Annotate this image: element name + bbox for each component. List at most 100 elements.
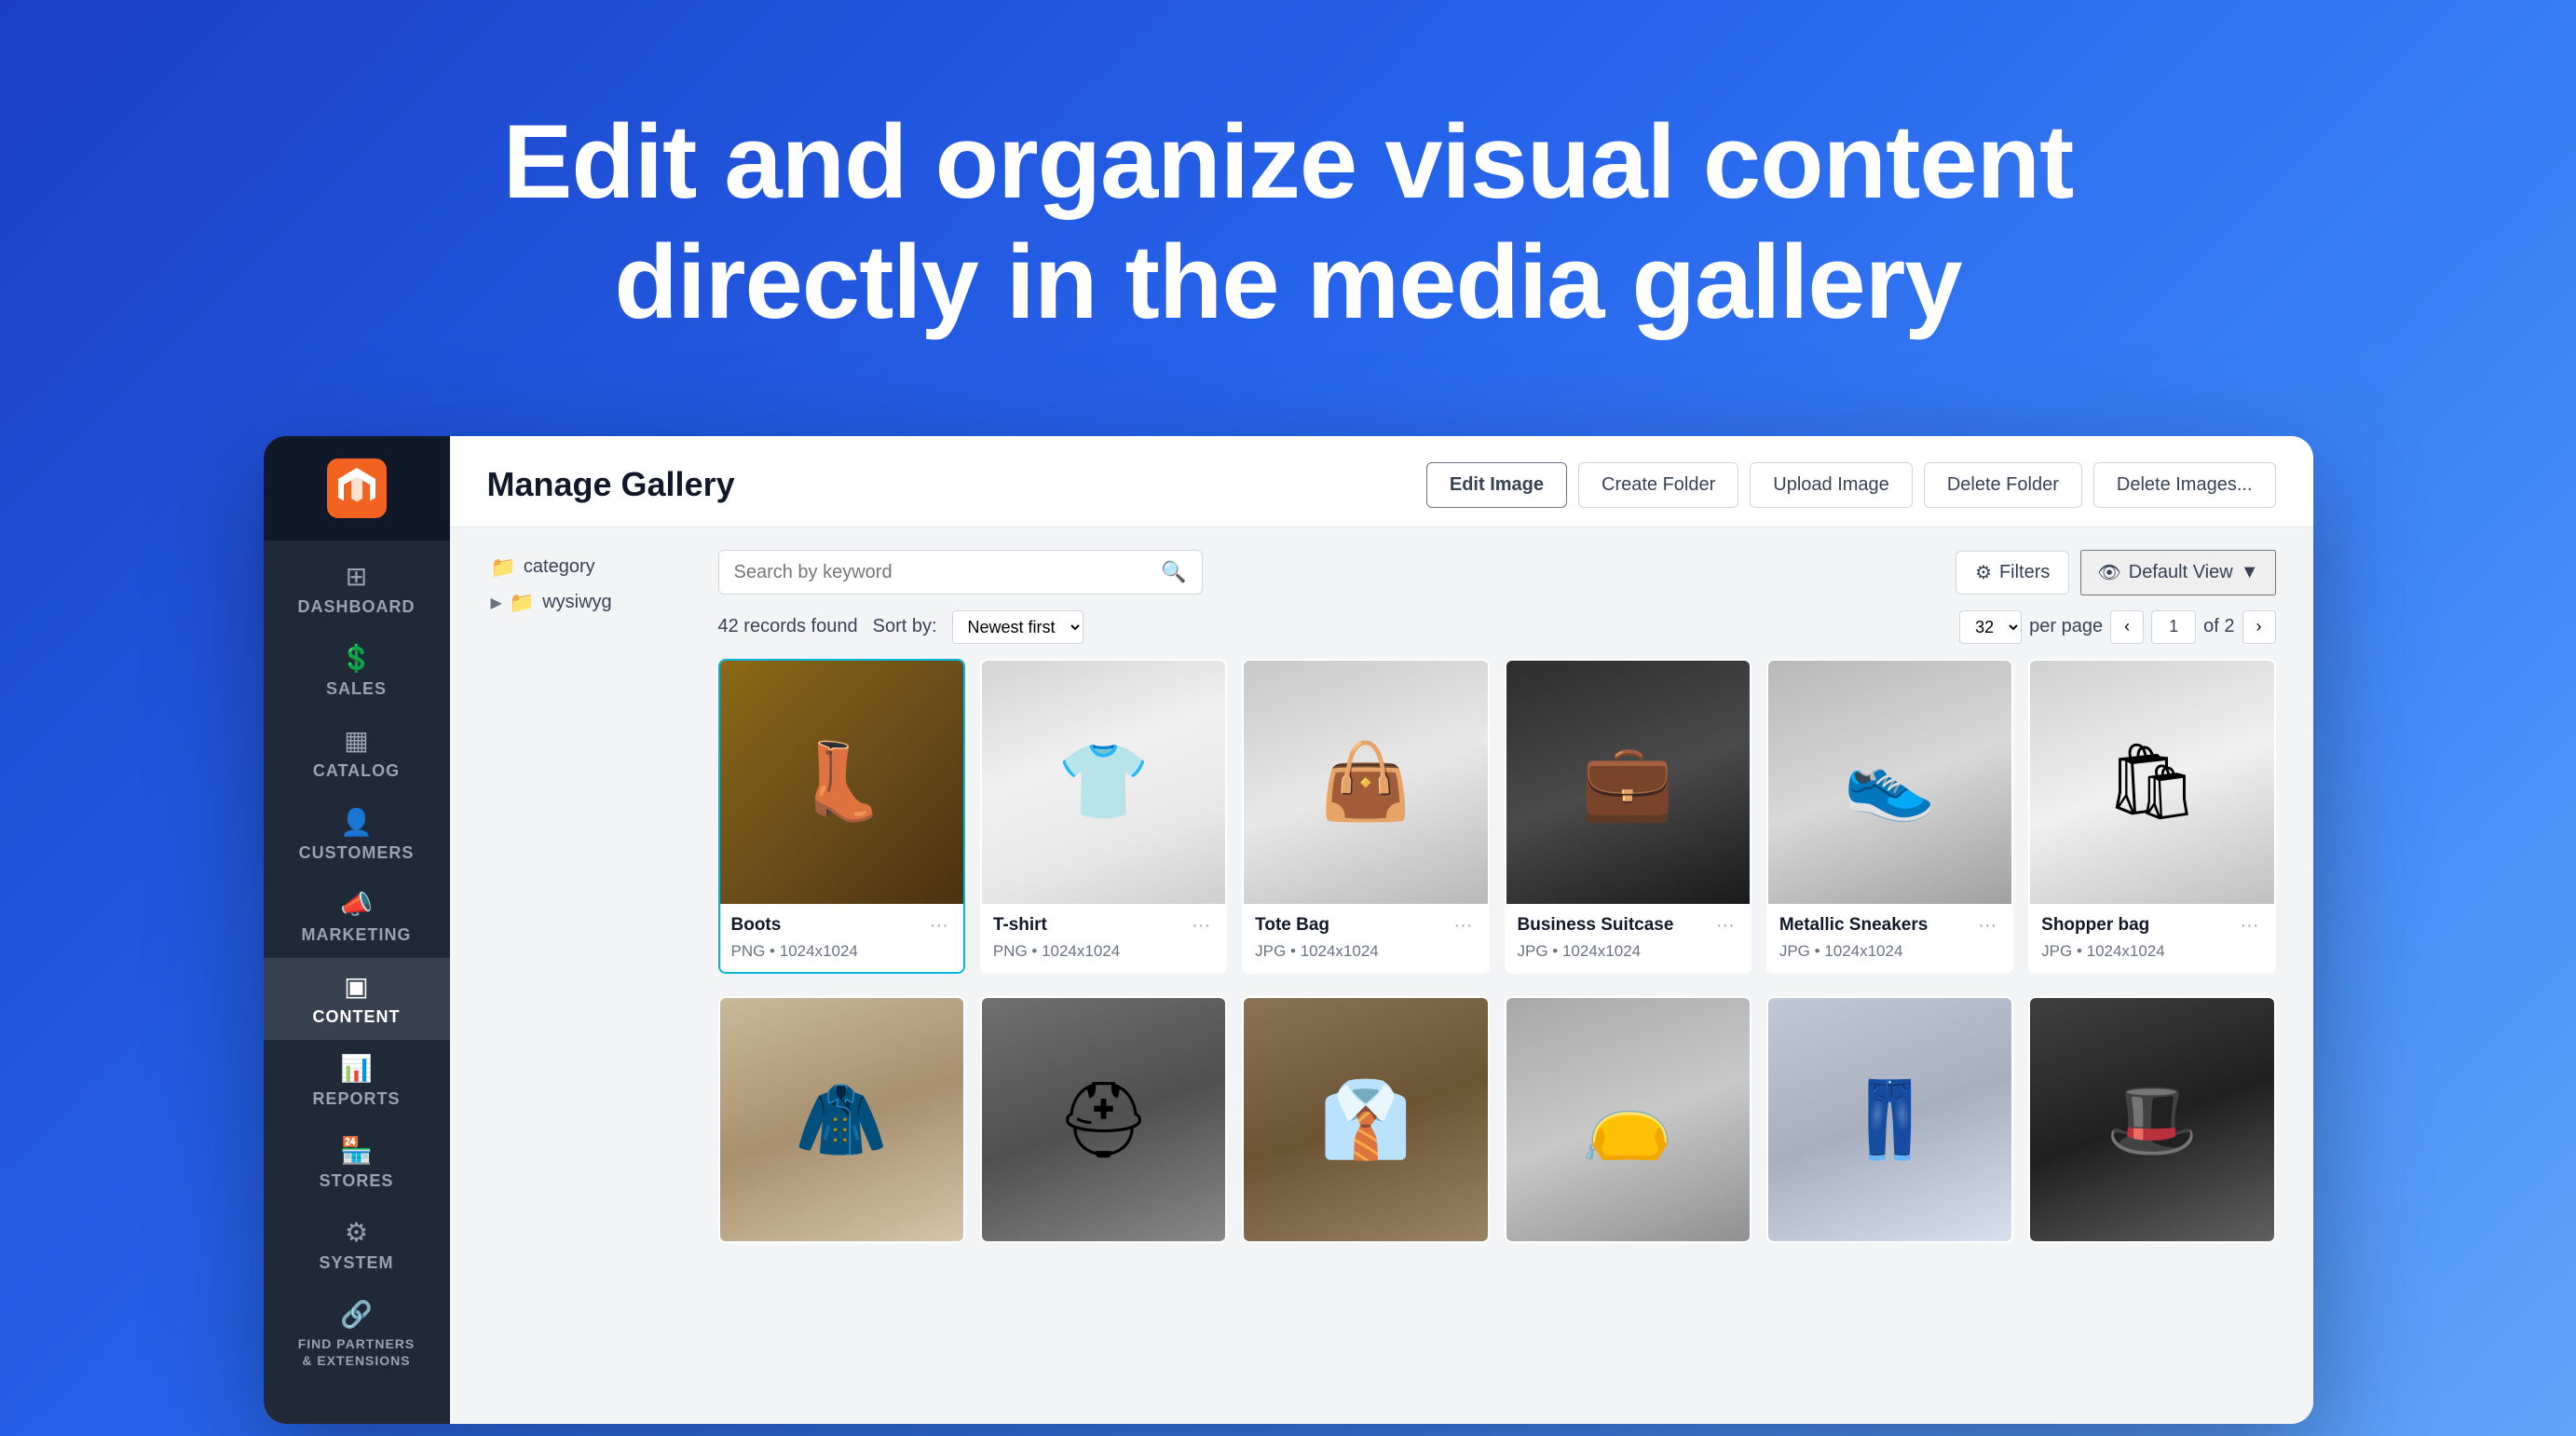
filter-icon: ⚙ — [1975, 561, 1992, 584]
reports-icon: 📊 — [340, 1053, 373, 1084]
folder-item-category[interactable]: 📁 category — [487, 550, 692, 585]
sidebar-item-label: CONTENT — [313, 1007, 401, 1027]
totebag-image: 👜 — [1244, 661, 1487, 904]
page-header: Manage Gallery Edit Image Create Folder … — [450, 436, 2313, 527]
pagination: 32 48 64 per page ‹ 1 of 2 › — [1959, 610, 2275, 644]
per-page-select[interactable]: 32 48 64 — [1959, 610, 2022, 644]
gallery-body: 📁 category ▶ 📁 wysiwyg 🔍 — [450, 527, 2313, 1424]
image-card-2[interactable]: 👜 Tote Bag ··· JPG • 1024x1024 — [1242, 659, 1489, 974]
sidebar-item-customers[interactable]: 👤 CUSTOMERS — [264, 794, 450, 876]
image-meta-5: JPG • 1024x1024 — [2041, 942, 2262, 961]
system-icon: ⚙ — [345, 1217, 368, 1248]
search-bar: 🔍 — [718, 550, 1203, 595]
image-thumb-1: 👕 — [982, 661, 1225, 904]
upload-image-button[interactable]: Upload Image — [1750, 462, 1913, 508]
image-name-row: T-shirt ··· — [993, 913, 1214, 938]
sidebar-item-stores[interactable]: 🏪 STORES — [264, 1122, 450, 1204]
delete-folder-button[interactable]: Delete Folder — [1924, 462, 2082, 508]
edit-image-button[interactable]: Edit Image — [1426, 462, 1567, 508]
page-title: Manage Gallery — [487, 465, 735, 504]
helmet-image: ⛑ — [982, 998, 1225, 1241]
sidebar-item-dashboard[interactable]: ⊞ DASHBOARD — [264, 548, 450, 630]
sidebar-item-label: DASHBOARD — [298, 597, 416, 617]
image-menu-1[interactable]: ··· — [1188, 913, 1214, 938]
image-thumb-4: 👟 — [1768, 661, 2011, 904]
image-menu-5[interactable]: ··· — [2237, 913, 2263, 938]
sidebar-item-system[interactable]: ⚙ SYSTEM — [264, 1204, 450, 1286]
image-card-11[interactable]: 🎩 — [2028, 996, 2275, 1243]
sidebar-logo — [264, 436, 450, 540]
hat-image: 🎩 — [2030, 998, 2273, 1241]
image-card-3[interactable]: 💼 Business Suitcase ··· JPG • 1024x1024 — [1505, 659, 1751, 974]
magento-logo-icon — [327, 458, 387, 518]
briefcase-image: 💼 — [1506, 661, 1750, 904]
sidebar-item-label: SALES — [326, 679, 387, 699]
image-name-row: Business Suitcase ··· — [1518, 913, 1738, 938]
search-icon: 🔍 — [1161, 560, 1186, 584]
marketing-icon: 📣 — [340, 889, 373, 920]
image-card-6[interactable]: 🧥 — [718, 996, 965, 1243]
image-card-4[interactable]: 👟 Metallic Sneakers ··· JPG • 1024x1024 — [1766, 659, 2013, 974]
image-menu-3[interactable]: ··· — [1712, 913, 1738, 938]
partners-icon: 🔗 — [340, 1299, 373, 1330]
image-card-5[interactable]: 🛍 Shopper bag ··· JPG • 1024x1024 — [2028, 659, 2275, 974]
chevron-down-icon: ▼ — [2241, 562, 2259, 583]
chevron-right-icon: ▶ — [491, 594, 502, 612]
folder-item-wysiwyg[interactable]: ▶ 📁 wysiwyg — [487, 585, 692, 621]
gallery-meta: 42 records found Sort by: Newest first O… — [718, 610, 2276, 644]
image-thumb-5: 🛍 — [2030, 661, 2273, 904]
create-folder-button[interactable]: Create Folder — [1578, 462, 1738, 508]
image-name-2: Tote Bag — [1255, 915, 1329, 936]
view-button[interactable]: 👁 Default View ▼ — [2080, 550, 2275, 595]
sidebar-item-label: REPORTS — [312, 1089, 400, 1109]
sneakers-image: 👟 — [1768, 661, 2011, 904]
image-thumb-6: 🧥 — [720, 998, 963, 1241]
folder-icon: 📁 — [510, 591, 535, 615]
image-card-10[interactable]: 👖 — [1766, 996, 2013, 1243]
image-thumb-0: 👢 — [720, 661, 963, 904]
image-card-7[interactable]: ⛑ — [980, 996, 1227, 1243]
sidebar-item-marketing[interactable]: 📣 MARKETING — [264, 876, 450, 958]
gallery-controls: 🔍 ⚙ Filters 👁 Default View ▼ — [718, 550, 2276, 595]
search-input[interactable] — [734, 562, 1152, 583]
image-info-0: Boots ··· PNG • 1024x1024 — [720, 904, 963, 972]
sidebar-item-content[interactable]: ▣ CONTENT — [264, 958, 450, 1040]
sidebar-item-reports[interactable]: 📊 REPORTS — [264, 1040, 450, 1122]
image-menu-0[interactable]: ··· — [926, 913, 952, 938]
suit1-image: 🧥 — [720, 998, 963, 1241]
toolbar-buttons: Edit Image Create Folder Upload Image De… — [1426, 462, 2276, 508]
image-name-0: Boots — [731, 915, 782, 936]
image-thumb-8: 👔 — [1244, 998, 1487, 1241]
image-card-8[interactable]: 👔 — [1242, 996, 1489, 1243]
image-card-1[interactable]: 👕 T-shirt ··· PNG • 1024x1024 — [980, 659, 1227, 974]
pants-image: 👖 — [1768, 998, 2011, 1241]
image-card-9[interactable]: 👝 — [1505, 996, 1751, 1243]
next-page-button[interactable]: › — [2242, 610, 2276, 644]
folder-name-wysiwyg: wysiwyg — [542, 592, 611, 613]
image-menu-4[interactable]: ··· — [1974, 913, 2000, 938]
image-card-0[interactable]: 👢 Boots ··· PNG • 1024x1024 — [718, 659, 965, 974]
sidebar-item-sales[interactable]: 💲 SALES — [264, 630, 450, 712]
boots-image: 👢 — [720, 661, 963, 904]
page-current: 1 — [2151, 610, 2196, 644]
folder-tree: 📁 category ▶ 📁 wysiwyg — [487, 550, 692, 1402]
sidebar-item-catalog[interactable]: ▦ CATALOG — [264, 712, 450, 794]
sales-icon: 💲 — [340, 643, 373, 674]
catalog-icon: ▦ — [344, 725, 368, 756]
delete-images-button[interactable]: Delete Images... — [2093, 462, 2276, 508]
sort-select[interactable]: Newest first Oldest first — [952, 610, 1084, 644]
sidebar-item-partners[interactable]: 🔗 FIND PARTNERS& EXTENSIONS — [264, 1286, 450, 1382]
sidebar: ⊞ DASHBOARD 💲 SALES ▦ CATALOG 👤 CUSTOMER… — [264, 436, 450, 1424]
folder-name-category: category — [524, 556, 595, 578]
image-thumb-9: 👝 — [1506, 998, 1750, 1241]
filters-button[interactable]: ⚙ Filters — [1956, 551, 2069, 595]
image-info-3: Business Suitcase ··· JPG • 1024x1024 — [1506, 904, 1750, 972]
image-meta-0: PNG • 1024x1024 — [731, 942, 952, 961]
image-menu-2[interactable]: ··· — [1451, 913, 1477, 938]
image-thumb-11: 🎩 — [2030, 998, 2273, 1241]
image-name-row: Boots ··· — [731, 913, 952, 938]
prev-page-button[interactable]: ‹ — [2110, 610, 2144, 644]
sidebar-item-label: CUSTOMERS — [299, 843, 415, 863]
controls-right: ⚙ Filters 👁 Default View ▼ — [1956, 550, 2276, 595]
image-grid-row1: 👢 Boots ··· PNG • 1024x1024 👕 — [718, 659, 2276, 974]
